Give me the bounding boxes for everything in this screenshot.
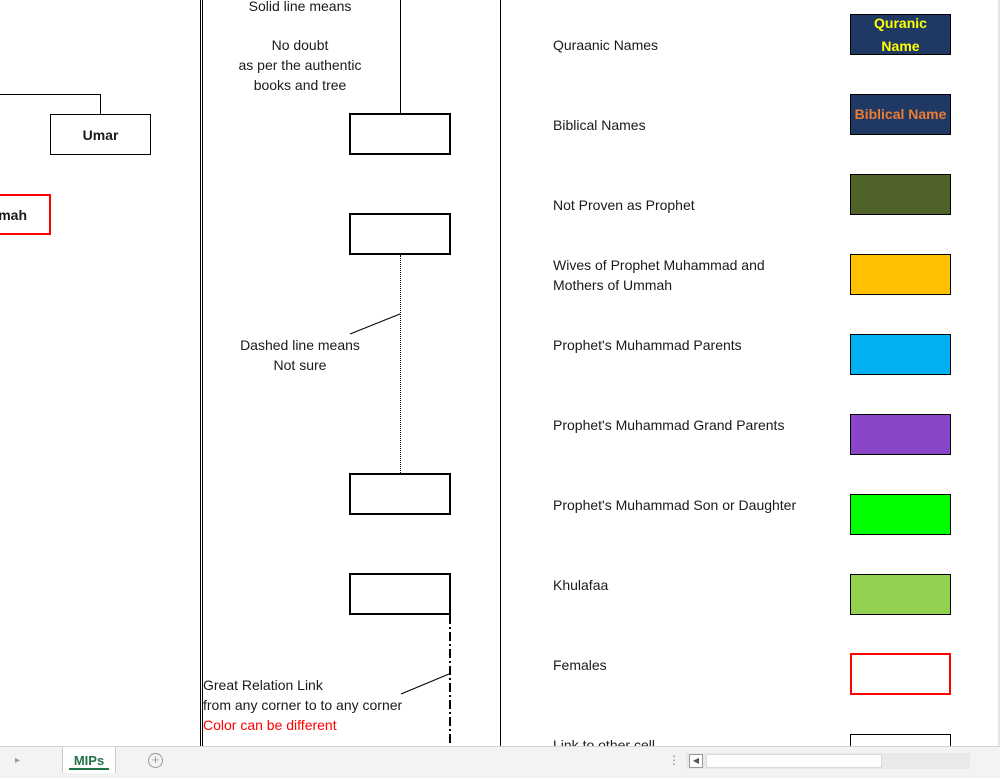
sample-box-2[interactable] bbox=[349, 213, 451, 255]
legend-swatch-quranic-text: Quranic Name bbox=[874, 14, 927, 54]
tree-connector-horizontal bbox=[0, 94, 101, 95]
great-relation-text-2: from any corner to to any corner bbox=[203, 697, 403, 713]
legend-swatch-wives[interactable] bbox=[850, 254, 951, 295]
sheet-tab-mips-label: MIPs bbox=[73, 752, 105, 768]
legend-swatch-link[interactable] bbox=[850, 734, 951, 746]
sample-box-4[interactable] bbox=[349, 573, 451, 615]
solid-line-text-1: No doubt bbox=[271, 37, 329, 53]
great-relation-text-1: Great Relation Link bbox=[203, 677, 323, 693]
legend-swatch-females[interactable] bbox=[850, 653, 951, 695]
active-tab-underline bbox=[69, 768, 109, 770]
legend-label-females: Females bbox=[553, 657, 607, 673]
legend-label-wives-1: Wives of Prophet Muhammad and bbox=[553, 257, 765, 273]
tree-node-umar[interactable]: Umar bbox=[50, 114, 151, 155]
solid-line-text-3: books and tree bbox=[253, 77, 347, 93]
great-relation-text-3: Color can be different bbox=[203, 717, 337, 733]
solid-line-title: Solid line means bbox=[248, 0, 352, 14]
horizontal-scroll-thumb[interactable] bbox=[706, 754, 882, 768]
legend-label-son-daughter: Prophet's Muhammad Son or Daughter bbox=[553, 497, 797, 513]
legend-label-biblical: Biblical Names bbox=[553, 117, 646, 133]
tree-node-female-cut-label: mah bbox=[0, 206, 27, 223]
legend-swatch-quranic[interactable]: Quranic Name bbox=[850, 14, 951, 55]
legend-label-wives-2: Mothers of Ummah bbox=[553, 277, 673, 293]
legend-swatch-not-proven[interactable] bbox=[850, 174, 951, 215]
worksheet-canvas[interactable]: Umar mah Solid line means No doubt as pe… bbox=[0, 0, 1000, 746]
legend-label-khulafaa: Khulafaa bbox=[553, 577, 609, 593]
more-options-icon[interactable]: ⋮ bbox=[668, 753, 680, 767]
legend-label-parents: Prophet's Muhammad Parents bbox=[553, 337, 742, 353]
dashed-line-sample bbox=[400, 255, 401, 473]
solid-line-text-2: as per the authentic bbox=[238, 57, 362, 73]
dashed-line-text-1: Dashed line means bbox=[240, 337, 360, 353]
scroll-left-icon[interactable]: ◀ bbox=[689, 754, 703, 768]
sheet-tab-bar: ▸ MIPs + ⋮ ◀ bbox=[0, 746, 1000, 778]
solid-line-sample bbox=[400, 0, 401, 114]
dashed-line-text-2: Not sure bbox=[273, 357, 327, 373]
tree-connector-vertical bbox=[100, 94, 101, 114]
sheet-tab-mips[interactable]: MIPs bbox=[62, 747, 116, 773]
panel-separator-right bbox=[500, 0, 501, 746]
sample-box-3[interactable] bbox=[349, 473, 451, 515]
tree-node-female-cut[interactable]: mah bbox=[0, 194, 51, 235]
legend-swatch-parents[interactable] bbox=[850, 334, 951, 375]
legend-label-not-proven: Not Proven as Prophet bbox=[553, 197, 695, 213]
add-sheet-icon[interactable]: + bbox=[148, 753, 163, 768]
sample-box-1[interactable] bbox=[349, 113, 451, 155]
legend-label-grandparents: Prophet's Muhammad Grand Parents bbox=[553, 417, 785, 433]
legend-swatch-grandparents[interactable] bbox=[850, 414, 951, 455]
sheet-nav-arrow-icon[interactable]: ▸ bbox=[15, 755, 20, 766]
tree-node-umar-label: Umar bbox=[82, 126, 119, 143]
legend-swatch-biblical-text: Biblical Name bbox=[854, 106, 947, 122]
legend-label-quraanic: Quraanic Names bbox=[553, 37, 659, 53]
legend-swatch-khulafaa[interactable] bbox=[850, 574, 951, 615]
legend-swatch-biblical[interactable]: Biblical Name bbox=[850, 94, 951, 135]
legend-label-link: Link to other cell bbox=[553, 737, 655, 746]
great-relation-pointer bbox=[400, 673, 450, 695]
legend-swatch-son-daughter[interactable] bbox=[850, 494, 951, 535]
